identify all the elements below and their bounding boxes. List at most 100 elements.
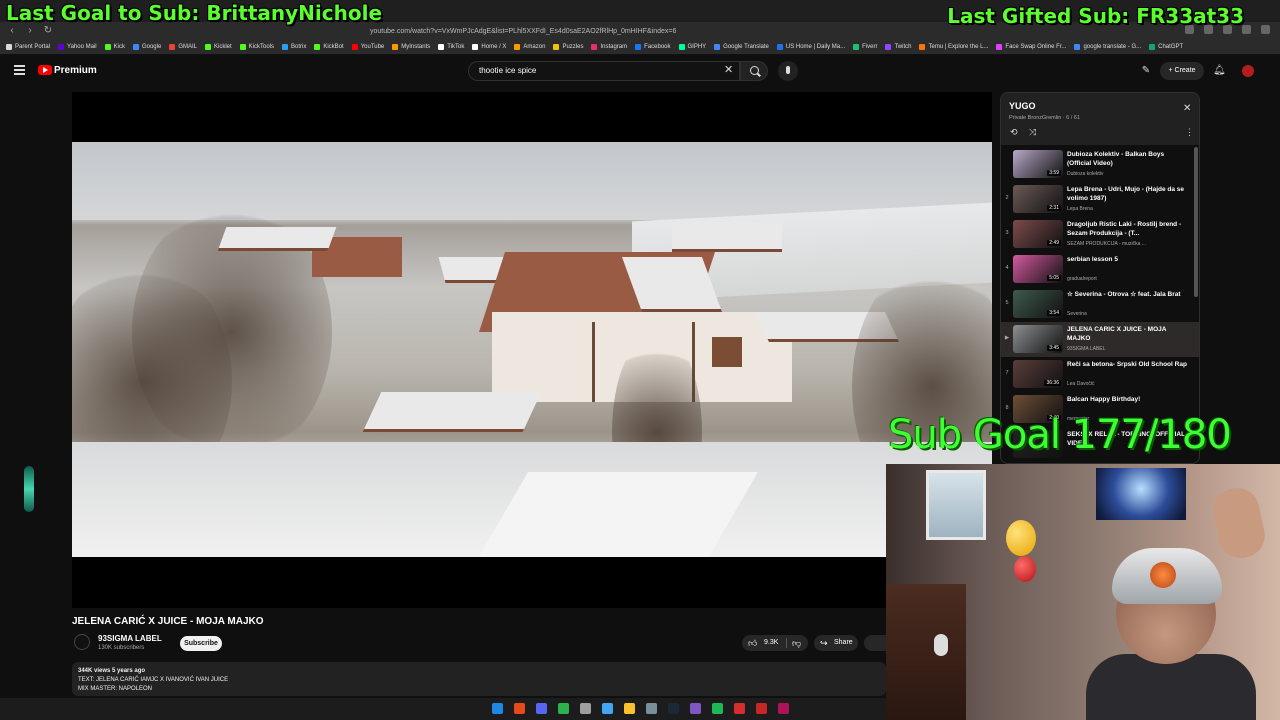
bookmark-item[interactable]: Botrix	[282, 44, 306, 50]
app-icon[interactable]	[734, 703, 745, 714]
bookmark-item[interactable]: Facebook	[635, 44, 671, 50]
bookmark-label: Amazon	[523, 44, 546, 50]
playlist-item[interactable]: ▶ 3:45 JELENA CARIĆ X JUICE - MOJA MAJKO 93…	[1001, 322, 1199, 357]
playlist-item[interactable]: 4 5:05 serbian lesson 5 gradualreport	[1001, 252, 1199, 287]
playlist-thumbnail[interactable]: 2:49	[1013, 220, 1063, 248]
bookmark-item[interactable]: YouTube	[351, 44, 384, 50]
app-icon[interactable]	[558, 703, 569, 714]
thumbs-down-icon[interactable]: 👎︎	[792, 638, 801, 648]
bookmark-item[interactable]: google translate - G...	[1074, 44, 1141, 50]
playlist-item-title[interactable]: Dubioza Kolektiv - Balkan Boys (Official…	[1067, 151, 1187, 168]
bookmark-item[interactable]: Google Translate	[714, 44, 769, 50]
playlist-title[interactable]: YUGO	[1009, 101, 1036, 111]
bookmark-item[interactable]: US Home | Daily Ma...	[776, 44, 846, 50]
bookmark-item[interactable]: Google	[132, 44, 161, 50]
playlist-item[interactable]: 7 36:36 Reči sa betona- Srpski Old School …	[1001, 357, 1199, 392]
notifications-bell-icon[interactable]: 🔔︎	[1213, 66, 1226, 76]
shuffle-icon[interactable]: ⤨	[1029, 127, 1036, 138]
bookmark-label: ChatGPT	[1158, 44, 1184, 50]
reload-icon[interactable]: ↻	[42, 25, 54, 37]
playlist-item-title[interactable]: Balcan Happy Birthday!	[1067, 396, 1187, 405]
bookmark-item[interactable]: GMAIL	[169, 44, 197, 50]
app-icon[interactable]	[602, 703, 613, 714]
clear-search-icon[interactable]: ✕	[724, 63, 733, 76]
like-button[interactable]: 👍︎ 9.3K 👎︎	[742, 635, 808, 651]
settings-icon[interactable]	[646, 703, 657, 714]
bookmark-item[interactable]: Yahoo Mail	[58, 44, 97, 50]
bookmark-item[interactable]: Puzzles	[553, 44, 583, 50]
menu-icon[interactable]	[1261, 25, 1270, 34]
channel-name[interactable]: 93SIGMA LABEL	[98, 634, 162, 643]
bookmark-item[interactable]: KickTools	[239, 44, 274, 50]
bookmark-item[interactable]: MyInstants	[392, 44, 430, 50]
bookmark-item[interactable]: Face Swap Online Fr...	[996, 44, 1066, 50]
create-button[interactable]: + Create	[1160, 62, 1204, 80]
playlist-item[interactable]: 2 2:31 Lepa Brena - Udri, Mujo - (Hajde da…	[1001, 182, 1199, 217]
playlist-item-title[interactable]: JELENA CARIĆ X JUICE - MOJA MAJKO	[1067, 326, 1187, 343]
spotify-icon[interactable]	[712, 703, 723, 714]
screen: ‹ › ↻ youtube.com/watch?v=VxWmPJcAdgE&li…	[0, 0, 1280, 720]
app-icon[interactable]	[690, 703, 701, 714]
bookmark-item[interactable]: Parent Portal	[6, 44, 50, 50]
playlist-item[interactable]: 3 2:49 Dragoljub Ristic Laki - Rostilj bre…	[1001, 217, 1199, 252]
playlist-item-title[interactable]: Lepa Brena - Udri, Mujo - (Hajde da se v…	[1067, 186, 1187, 203]
account-avatar[interactable]	[1242, 65, 1254, 77]
app-icon[interactable]	[778, 703, 789, 714]
forward-icon[interactable]: ›	[24, 25, 36, 37]
playlist-thumbnail[interactable]: 3:59	[1013, 150, 1063, 178]
bookmark-item[interactable]: Kicklet	[204, 44, 232, 50]
playlist-scrollbar[interactable]	[1194, 147, 1198, 297]
bookmark-item[interactable]: Temu | Explore the L...	[919, 44, 988, 50]
playlist-thumbnail[interactable]: 36:36	[1013, 360, 1063, 388]
steam-icon[interactable]	[668, 703, 679, 714]
address-bar[interactable]: youtube.com/watch?v=VxWmPJcAdgE&list=PLh…	[370, 25, 910, 38]
playlist-item[interactable]: 3:59 Dubioza Kolektiv - Balkan Boys (Offi…	[1001, 147, 1199, 182]
cast-icon[interactable]: ✎	[1141, 66, 1151, 76]
search-button[interactable]	[740, 61, 768, 81]
playlist-item-title[interactable]: ☆ Severina - Otrova ☆ feat. Jala Brat	[1067, 291, 1187, 300]
bookmark-item[interactable]: Fiverr	[853, 44, 877, 50]
playlist-thumbnail[interactable]: 3:45	[1013, 325, 1063, 353]
playlist-item-title[interactable]: serbian lesson 5	[1067, 256, 1187, 265]
close-icon[interactable]: ✕	[1183, 103, 1191, 114]
playlist-item[interactable]: 5 3:54 ☆ Severina - Otrova ☆ feat. Jala Br…	[1001, 287, 1199, 322]
browser-icon[interactable]	[514, 703, 525, 714]
save-button[interactable]	[864, 635, 886, 651]
playlist-item-title[interactable]: Reči sa betona- Srpski Old School Rap	[1067, 361, 1187, 370]
streamer-body	[1086, 654, 1256, 720]
share-button[interactable]: ↪ Share	[814, 635, 858, 651]
playlist-item-title[interactable]: Dragoljub Ristic Laki - Rostilj brend - …	[1067, 221, 1187, 238]
discord-icon[interactable]	[536, 703, 547, 714]
back-icon[interactable]: ‹	[6, 25, 18, 37]
search-input[interactable]: thootie ice spice	[468, 61, 740, 81]
bookmark-item[interactable]: Twitch	[885, 44, 911, 50]
youtube-logo-icon[interactable]	[38, 65, 52, 75]
voice-search-button[interactable]	[778, 61, 798, 81]
bookmark-icon	[351, 44, 358, 50]
bookmark-label: US Home | Daily Ma...	[785, 44, 846, 50]
app-icon[interactable]	[580, 703, 591, 714]
playlist-thumbnail[interactable]: 5:05	[1013, 255, 1063, 283]
bookmark-label: google translate - G...	[1083, 44, 1142, 50]
bookmark-item[interactable]: Instagram	[591, 44, 627, 50]
channel-avatar[interactable]	[74, 634, 90, 650]
bookmark-item[interactable]: KickBot	[314, 44, 344, 50]
windows-start-icon[interactable]	[492, 703, 503, 714]
folder-icon[interactable]	[624, 703, 635, 714]
more-icon[interactable]: ⋮	[1185, 127, 1194, 138]
bookmark-item[interactable]: TikTok	[438, 44, 464, 50]
subscribe-button[interactable]: Subscribe	[180, 636, 222, 651]
bookmark-item[interactable]: Kick	[104, 44, 125, 50]
playlist-thumbnail[interactable]: 3:54	[1013, 290, 1063, 318]
app-icon[interactable]	[756, 703, 767, 714]
video-player[interactable]	[72, 92, 992, 608]
description-box[interactable]: 344K views 5 years ago TEXT: JELENA CARI…	[72, 662, 886, 696]
playlist-thumbnail[interactable]: 2:31	[1013, 185, 1063, 213]
bookmark-item[interactable]: ChatGPT	[1149, 44, 1183, 50]
bookmark-item[interactable]: GIPHY	[678, 44, 706, 50]
loop-icon[interactable]: ⟲	[1010, 127, 1018, 138]
bookmark-item[interactable]: Home / X	[472, 44, 506, 50]
menu-icon[interactable]	[14, 65, 25, 75]
bookmark-item[interactable]: Amazon	[514, 44, 545, 50]
youtube-premium-label[interactable]: Premium	[54, 65, 97, 76]
